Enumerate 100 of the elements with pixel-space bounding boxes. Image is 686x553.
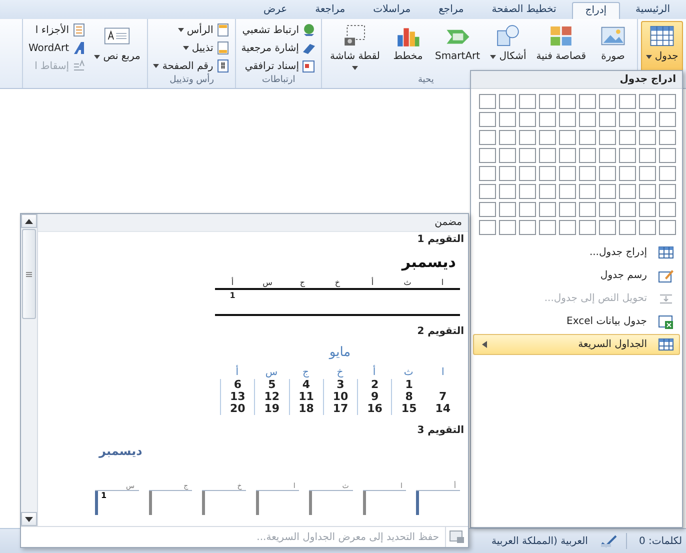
table-size-cell[interactable]: [639, 220, 656, 235]
table-size-cell[interactable]: [559, 166, 576, 181]
ribbon-tab[interactable]: مراسلات: [361, 2, 423, 19]
table-size-cell[interactable]: [559, 94, 576, 109]
menu-item[interactable]: إدراج جدول...: [473, 242, 680, 263]
table-size-cell[interactable]: [619, 220, 636, 235]
proofing-check-icon[interactable]: [600, 534, 618, 548]
table-size-cell[interactable]: [559, 220, 576, 235]
table-size-cell[interactable]: [599, 202, 616, 217]
ribbon-tab[interactable]: عرض: [252, 2, 300, 19]
table-size-cell[interactable]: [579, 94, 596, 109]
table-size-cell[interactable]: [639, 94, 656, 109]
ribbon-tab[interactable]: مراجع: [426, 2, 476, 19]
scrollbar[interactable]: [21, 214, 38, 526]
ribbon-button[interactable]: تذييل: [151, 40, 232, 56]
table-size-cell[interactable]: [659, 166, 676, 181]
table-size-cell[interactable]: [659, 112, 676, 127]
table-size-cell[interactable]: [539, 184, 556, 199]
table-size-cell[interactable]: [539, 130, 556, 145]
table-size-cell[interactable]: [519, 184, 536, 199]
scroll-thumb[interactable]: [22, 229, 36, 319]
table-size-cell[interactable]: [639, 148, 656, 163]
table-size-cell[interactable]: [519, 94, 536, 109]
ribbon-button[interactable]: إشارة مرجعية: [239, 40, 318, 56]
table-size-cell[interactable]: [619, 202, 636, 217]
table-size-cell[interactable]: [639, 166, 656, 181]
table-size-cell[interactable]: [559, 148, 576, 163]
ribbon-tab[interactable]: مراجعة: [303, 2, 358, 19]
table-size-cell[interactable]: [639, 112, 656, 127]
table-size-cell[interactable]: [519, 166, 536, 181]
table-size-cell[interactable]: [659, 130, 676, 145]
table-size-cell[interactable]: [599, 184, 616, 199]
ribbon-button[interactable]: مخطط: [386, 21, 429, 75]
menu-item[interactable]: جدول بيانات Excel: [473, 311, 680, 332]
table-size-cell[interactable]: [539, 202, 556, 217]
table-size-cell[interactable]: [519, 112, 536, 127]
table-size-cell[interactable]: [539, 112, 556, 127]
ribbon-button[interactable]: رقم الصفحة: [151, 58, 232, 74]
table-size-cell[interactable]: [479, 130, 496, 145]
table-size-cell[interactable]: [639, 130, 656, 145]
table-size-cell[interactable]: [519, 202, 536, 217]
ribbon-tab[interactable]: تخطيط الصفحة: [480, 2, 568, 19]
scroll-up-icon[interactable]: [25, 218, 33, 224]
menu-item[interactable]: رسم جدول: [473, 265, 680, 286]
table-size-cell[interactable]: [499, 220, 516, 235]
gallery-entry-title[interactable]: التقويم 2: [38, 324, 468, 339]
gallery-entry-title[interactable]: التقويم 1: [38, 232, 468, 247]
table-size-cell[interactable]: [619, 94, 636, 109]
table-size-cell[interactable]: [579, 166, 596, 181]
table-size-cell[interactable]: [499, 184, 516, 199]
table-size-cell[interactable]: [519, 220, 536, 235]
menu-item[interactable]: الجداول السريعة: [473, 334, 680, 355]
table-size-cell[interactable]: [619, 166, 636, 181]
table-size-cell[interactable]: [579, 184, 596, 199]
table-size-cell[interactable]: [479, 94, 496, 109]
ribbon-button[interactable]: إسناد ترافقي: [239, 58, 318, 74]
table-size-cell[interactable]: [599, 94, 616, 109]
table-size-cell[interactable]: [479, 112, 496, 127]
table-size-cell[interactable]: [519, 148, 536, 163]
ribbon-button[interactable]: ارتباط تشعبي: [239, 22, 318, 38]
ribbon-button[interactable]: WordArt: [26, 40, 88, 56]
table-size-cell[interactable]: [659, 148, 676, 163]
table-size-cell[interactable]: [519, 130, 536, 145]
table-size-cell[interactable]: [539, 94, 556, 109]
table-size-cell[interactable]: [539, 166, 556, 181]
table-size-cell[interactable]: [479, 202, 496, 217]
language-label[interactable]: العربية (المملكة العربية: [487, 536, 592, 546]
table-size-cell[interactable]: [599, 220, 616, 235]
ribbon-button[interactable]: لقطة شاشة: [324, 21, 385, 75]
table-size-cell[interactable]: [639, 184, 656, 199]
table-size-cell[interactable]: [599, 130, 616, 145]
table-size-cell[interactable]: [479, 184, 496, 199]
table-size-cell[interactable]: [539, 148, 556, 163]
ribbon-tab[interactable]: الرئيسية: [624, 2, 682, 19]
table-size-cell[interactable]: [579, 130, 596, 145]
ribbon-tab[interactable]: إدراج: [572, 2, 620, 19]
table-size-cell[interactable]: [619, 130, 636, 145]
table-size-cell[interactable]: [499, 202, 516, 217]
word-count[interactable]: لكلمات: 0: [634, 536, 686, 546]
table-size-cell[interactable]: [539, 220, 556, 235]
table-size-cell[interactable]: [599, 112, 616, 127]
table-size-cell[interactable]: [619, 148, 636, 163]
table-size-cell[interactable]: [659, 94, 676, 109]
table-size-cell[interactable]: [619, 112, 636, 127]
ribbon-button[interactable]: الأجزاء ا: [26, 22, 88, 38]
scroll-down-icon[interactable]: [25, 516, 33, 522]
table-size-cell[interactable]: [559, 202, 576, 217]
table-size-cell[interactable]: [499, 112, 516, 127]
table-size-cell[interactable]: [579, 220, 596, 235]
ribbon-button[interactable]: مربع نص: [90, 21, 144, 75]
table-size-cell[interactable]: [579, 112, 596, 127]
table-size-cell[interactable]: [559, 184, 576, 199]
table-size-cell[interactable]: [659, 202, 676, 217]
ribbon-button[interactable]: الرأس: [151, 22, 232, 38]
table-size-cell[interactable]: [659, 220, 676, 235]
table-size-cell[interactable]: [579, 148, 596, 163]
table-size-cell[interactable]: [619, 184, 636, 199]
table-size-cell[interactable]: [599, 148, 616, 163]
table-size-cell[interactable]: [599, 166, 616, 181]
table-size-cell[interactable]: [479, 220, 496, 235]
